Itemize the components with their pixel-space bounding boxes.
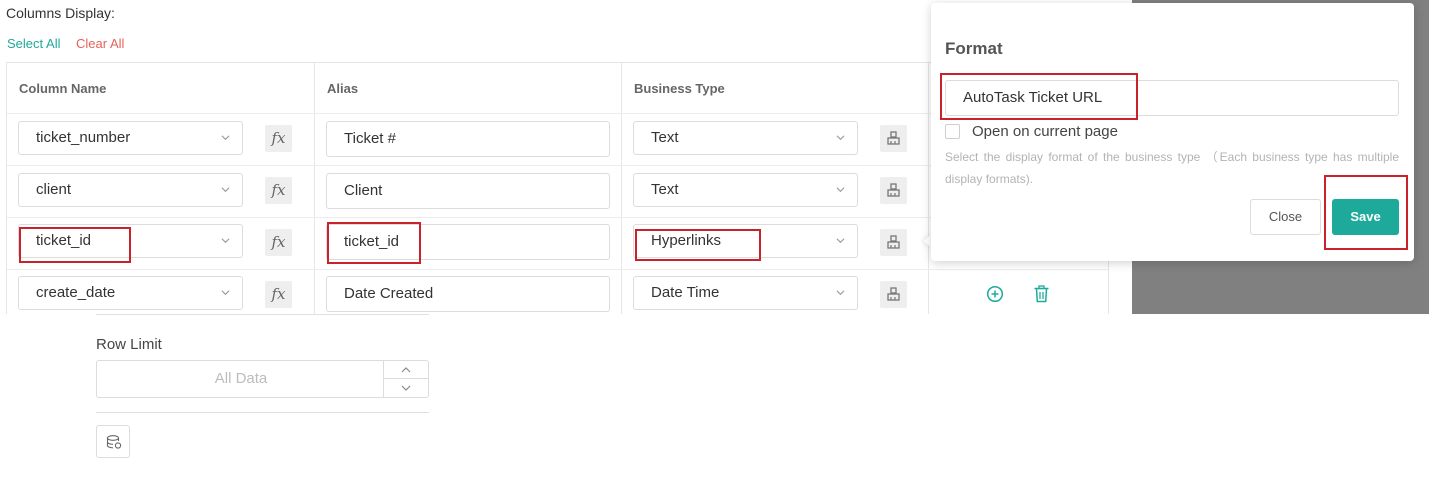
step-up-button[interactable] — [384, 361, 428, 379]
fx-icon[interactable]: fx — [265, 177, 292, 204]
header-business-type: Business Type — [634, 81, 725, 96]
chevron-down-icon — [401, 385, 411, 391]
chevron-down-icon — [836, 290, 845, 296]
business-type-select[interactable]: Text — [633, 121, 858, 155]
column-divider — [314, 63, 315, 314]
alias-input[interactable]: Client — [326, 173, 610, 209]
highlight-box — [327, 222, 421, 264]
divider — [96, 412, 429, 413]
row-limit-stepper — [383, 361, 428, 397]
business-type-value: Text — [651, 181, 679, 198]
chevron-down-icon — [221, 290, 230, 296]
popover-title: Format — [945, 39, 1003, 58]
highlight-box — [635, 229, 761, 261]
database-icon — [106, 435, 122, 449]
highlight-box — [940, 73, 1138, 120]
clear-all-link[interactable]: Clear All — [76, 36, 124, 51]
database-button[interactable] — [96, 425, 130, 458]
business-type-select[interactable]: Date Time — [633, 276, 858, 310]
trash-icon[interactable] — [1033, 285, 1050, 303]
alias-input[interactable]: Date Created — [326, 276, 610, 312]
divider — [96, 314, 429, 315]
column-select[interactable]: ticket_number — [18, 121, 243, 155]
row-divider — [7, 269, 1108, 270]
format-brush-icon[interactable] — [880, 281, 907, 308]
columns-display-title: Columns Display: — [6, 5, 115, 21]
chevron-up-icon — [401, 367, 411, 373]
highlight-box — [1324, 175, 1408, 250]
column-select-value: ticket_number — [36, 129, 131, 146]
add-circle-icon[interactable] — [986, 285, 1004, 303]
chevron-down-icon — [221, 135, 230, 141]
column-select[interactable]: create_date — [18, 276, 243, 310]
row-limit-label: Row Limit — [96, 336, 162, 353]
header-alias: Alias — [327, 81, 359, 96]
column-select-value: client — [36, 181, 72, 198]
format-brush-icon[interactable] — [880, 229, 907, 256]
chevron-down-icon — [836, 187, 845, 193]
highlight-box — [19, 227, 131, 263]
column-select[interactable]: client — [18, 173, 243, 207]
column-select-value: create_date — [36, 284, 116, 301]
chevron-down-icon — [836, 135, 845, 141]
select-all-link[interactable]: Select All — [7, 36, 60, 51]
format-brush-icon[interactable] — [880, 125, 907, 152]
open-current-page-checkbox[interactable] — [945, 124, 960, 139]
format-brush-icon[interactable] — [880, 177, 907, 204]
fx-icon[interactable]: fx — [265, 281, 292, 308]
business-type-value: Text — [651, 129, 679, 146]
chevron-down-icon — [221, 187, 230, 193]
chevron-down-icon — [221, 238, 230, 244]
row-limit-placeholder: All Data — [214, 370, 268, 387]
fx-icon[interactable]: fx — [265, 229, 292, 256]
header-column-name: Column Name — [19, 81, 107, 96]
step-down-button[interactable] — [384, 379, 428, 397]
fx-icon[interactable]: fx — [265, 125, 292, 152]
alias-input[interactable]: Ticket # — [326, 121, 610, 157]
business-type-value: Date Time — [651, 284, 720, 301]
business-type-select[interactable]: Text — [633, 173, 858, 207]
column-divider — [621, 63, 622, 314]
open-current-page-label: Open on current page — [972, 123, 1118, 140]
close-button[interactable]: Close — [1250, 199, 1321, 235]
column-divider — [928, 63, 929, 314]
format-popover: Format AutoTask Ticket URL Open on curre… — [931, 3, 1414, 261]
row-limit-input[interactable]: All Data — [96, 360, 429, 398]
chevron-down-icon — [836, 238, 845, 244]
